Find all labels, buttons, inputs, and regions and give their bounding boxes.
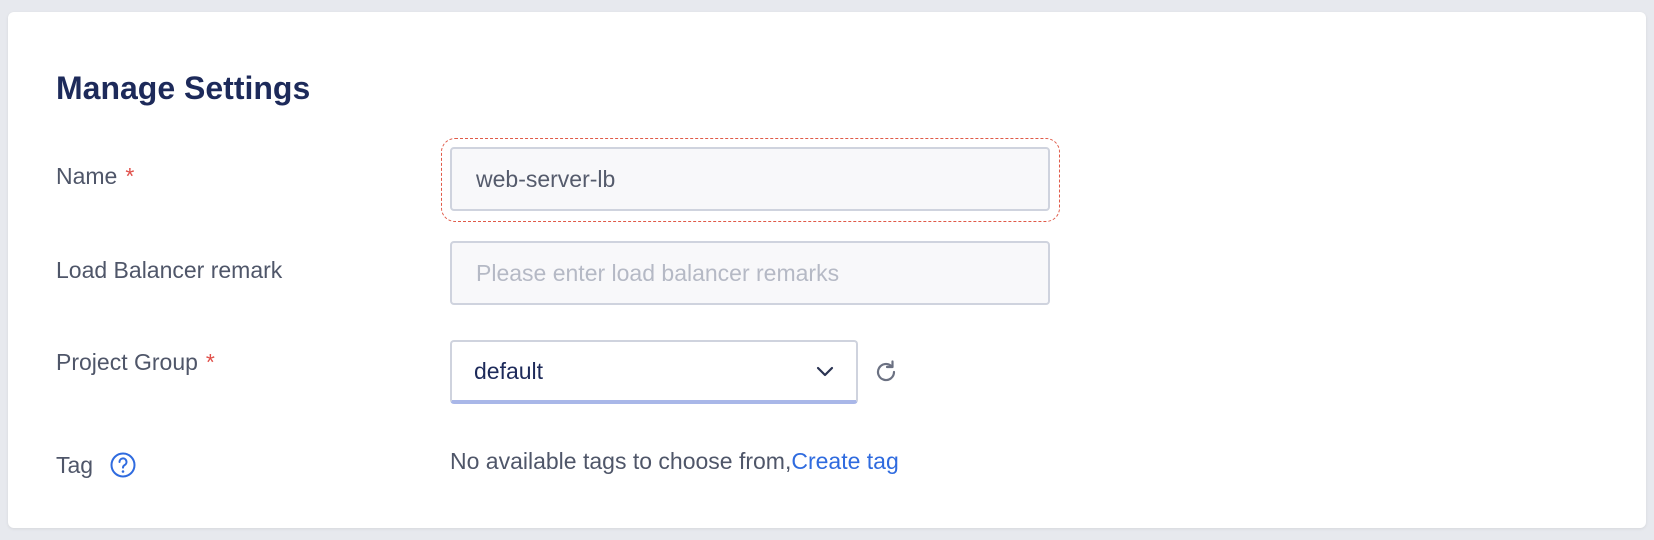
- name-label: Name: [56, 163, 118, 189]
- project-group-value: default: [474, 357, 544, 384]
- project-group-label-row: Project Group *: [56, 347, 215, 377]
- project-group-select[interactable]: default: [450, 340, 858, 404]
- tag-label: Tag: [56, 452, 94, 478]
- help-circle-icon[interactable]: [109, 451, 137, 479]
- project-group-label: Project Group: [56, 349, 198, 375]
- name-label-row: Name *: [56, 161, 134, 191]
- refresh-icon[interactable]: [872, 358, 900, 386]
- create-tag-link[interactable]: Create tag: [791, 448, 898, 474]
- remark-input[interactable]: [450, 241, 1050, 305]
- remark-label: Load Balancer remark: [56, 257, 283, 283]
- chevron-down-icon: [816, 366, 834, 377]
- tag-label-row: Tag: [56, 450, 137, 480]
- remark-label-row: Load Balancer remark: [56, 255, 282, 285]
- no-tags-text: No available tags to choose from,: [450, 448, 792, 474]
- required-mark: *: [205, 349, 215, 375]
- required-mark: *: [125, 163, 135, 189]
- name-input[interactable]: [450, 147, 1050, 211]
- page-title: Manage Settings: [56, 70, 311, 106]
- tag-empty-message: No available tags to choose from,Create …: [450, 446, 899, 476]
